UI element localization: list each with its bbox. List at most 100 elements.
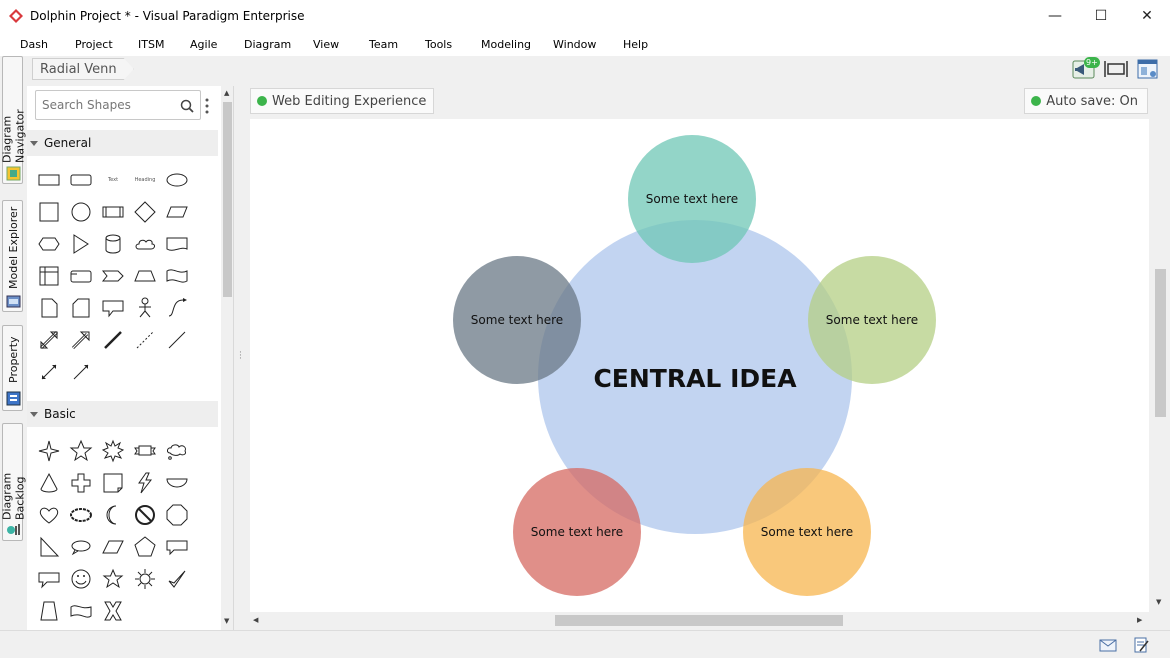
- shape-check[interactable]: [161, 563, 193, 595]
- scroll-down-icon[interactable]: ▼: [1156, 598, 1161, 606]
- shape-panel-scroll-thumb[interactable]: [223, 102, 232, 297]
- shape-text[interactable]: Text: [97, 164, 129, 196]
- shape-hexagon[interactable]: [33, 228, 65, 260]
- close-button[interactable]: ✕: [1124, 0, 1170, 32]
- canvas-horizontal-scrollbar[interactable]: ◀ ▶: [249, 612, 1149, 629]
- menu-project[interactable]: Project: [75, 38, 138, 51]
- tab-diagram-navigator[interactable]: Diagram Navigator: [1, 56, 27, 184]
- tab-diagram-backlog[interactable]: Diagram Backlog: [1, 423, 27, 541]
- shape-folded-corner[interactable]: [97, 467, 129, 499]
- shape-arrow-line[interactable]: [65, 356, 97, 388]
- shape-square[interactable]: [33, 196, 65, 228]
- shape-double-arrow[interactable]: [33, 324, 65, 356]
- menu-window[interactable]: Window: [553, 38, 623, 51]
- shape-actor[interactable]: [129, 292, 161, 324]
- shape-heart[interactable]: [33, 499, 65, 531]
- panel-splitter[interactable]: · · ·: [236, 86, 246, 630]
- shape-trapezoid[interactable]: [129, 260, 161, 292]
- shape-callout[interactable]: [97, 292, 129, 324]
- shape-slanted-parallelogram[interactable]: [97, 531, 129, 563]
- shape-speech-rect[interactable]: [33, 563, 65, 595]
- menu-view[interactable]: View: [313, 38, 369, 51]
- shape-diamond[interactable]: [129, 196, 161, 228]
- announcement-button[interactable]: 9+: [1072, 57, 1100, 80]
- shape-moon[interactable]: [97, 499, 129, 531]
- shape-no-symbol[interactable]: [129, 499, 161, 531]
- shape-cloud-callout[interactable]: [161, 435, 193, 467]
- shape-rectangle[interactable]: [33, 164, 65, 196]
- shape-ellipse[interactable]: [161, 164, 193, 196]
- shape-document[interactable]: [161, 228, 193, 260]
- shape-panel-scrollbar[interactable]: ▲ ▼: [221, 86, 233, 630]
- shape-process[interactable]: [97, 196, 129, 228]
- shape-circle[interactable]: [65, 196, 97, 228]
- shape-smiley[interactable]: [65, 563, 97, 595]
- shape-triangle[interactable]: [65, 228, 97, 260]
- shape-sun[interactable]: [129, 563, 161, 595]
- scroll-right-icon[interactable]: ▶: [1137, 616, 1142, 624]
- shape-cylinder[interactable]: [97, 228, 129, 260]
- shape-curve-connector[interactable]: [161, 292, 193, 324]
- scroll-up-icon[interactable]: ▲: [224, 89, 229, 97]
- category-general[interactable]: General: [27, 130, 218, 156]
- shape-double-wave[interactable]: [65, 595, 97, 627]
- menu-tools[interactable]: Tools: [425, 38, 481, 51]
- shape-note[interactable]: [33, 292, 65, 324]
- menu-help[interactable]: Help: [623, 38, 663, 51]
- shape-ribbon[interactable]: [129, 435, 161, 467]
- shape-chevron[interactable]: [97, 260, 129, 292]
- shape-star5[interactable]: [65, 435, 97, 467]
- search-input[interactable]: [42, 98, 172, 112]
- menu-itsm[interactable]: ITSM: [138, 38, 190, 51]
- shape-octagon[interactable]: [161, 499, 193, 531]
- layout-settings-button[interactable]: [1136, 58, 1160, 80]
- shape-star5-small[interactable]: [97, 563, 129, 595]
- shape-heading[interactable]: Heading: [129, 164, 161, 196]
- shape-rounded-rectangle[interactable]: [65, 164, 97, 196]
- shape-bidirectional-line[interactable]: [33, 356, 65, 388]
- shape-wave[interactable]: [161, 260, 193, 292]
- shape-speech-oval[interactable]: [65, 531, 97, 563]
- shape-table[interactable]: [33, 260, 65, 292]
- shape-right-triangle[interactable]: [33, 531, 65, 563]
- menu-team[interactable]: Team: [369, 38, 425, 51]
- maximize-button[interactable]: ☐: [1078, 0, 1124, 32]
- shape-rect-callout[interactable]: [161, 531, 193, 563]
- menu-modeling[interactable]: Modeling: [481, 38, 553, 51]
- shape-block-arrow[interactable]: [65, 324, 97, 356]
- shape-pentagon[interactable]: [129, 531, 161, 563]
- tab-model-explorer[interactable]: Model Explorer: [2, 200, 23, 312]
- web-editing-badge[interactable]: Web Editing Experience: [250, 88, 435, 114]
- shape-line[interactable]: [161, 324, 193, 356]
- shape-star4[interactable]: [33, 435, 65, 467]
- tab-property[interactable]: Property: [2, 325, 23, 411]
- menu-agile[interactable]: Agile: [190, 38, 244, 51]
- scroll-down-icon[interactable]: ▼: [224, 617, 229, 625]
- search-box[interactable]: [35, 90, 201, 120]
- shape-x-shape[interactable]: [97, 595, 129, 627]
- minimize-button[interactable]: —: [1032, 0, 1078, 32]
- breadcrumb[interactable]: Radial Venn: [32, 58, 134, 80]
- auto-save-badge[interactable]: Auto save: On: [1024, 88, 1148, 114]
- more-options-icon[interactable]: [205, 98, 209, 114]
- shape-lightning[interactable]: [129, 467, 161, 499]
- diagram-canvas[interactable]: CENTRAL IDEA Some text here Some text he…: [250, 119, 1149, 614]
- scroll-left-icon[interactable]: ◀: [253, 616, 258, 624]
- menu-diagram[interactable]: Diagram: [244, 38, 313, 51]
- shape-scalloped[interactable]: [65, 499, 97, 531]
- shape-cut-corner[interactable]: [65, 292, 97, 324]
- shape-half-circle[interactable]: [161, 467, 193, 499]
- canvas-vertical-scroll-thumb[interactable]: [1155, 269, 1166, 417]
- shape-dashed-line[interactable]: [129, 324, 161, 356]
- edit-document-icon[interactable]: [1132, 637, 1150, 653]
- shape-card[interactable]: [65, 260, 97, 292]
- category-basic[interactable]: Basic: [27, 401, 218, 427]
- shape-trapezoid-tall[interactable]: [33, 595, 65, 627]
- shape-thick-line[interactable]: [97, 324, 129, 356]
- shape-parallelogram[interactable]: [161, 196, 193, 228]
- shape-cone[interactable]: [33, 467, 65, 499]
- shape-cloud[interactable]: [129, 228, 161, 260]
- mail-icon[interactable]: [1099, 637, 1117, 653]
- shape-cross[interactable]: [65, 467, 97, 499]
- canvas-horizontal-scroll-thumb[interactable]: [555, 615, 843, 626]
